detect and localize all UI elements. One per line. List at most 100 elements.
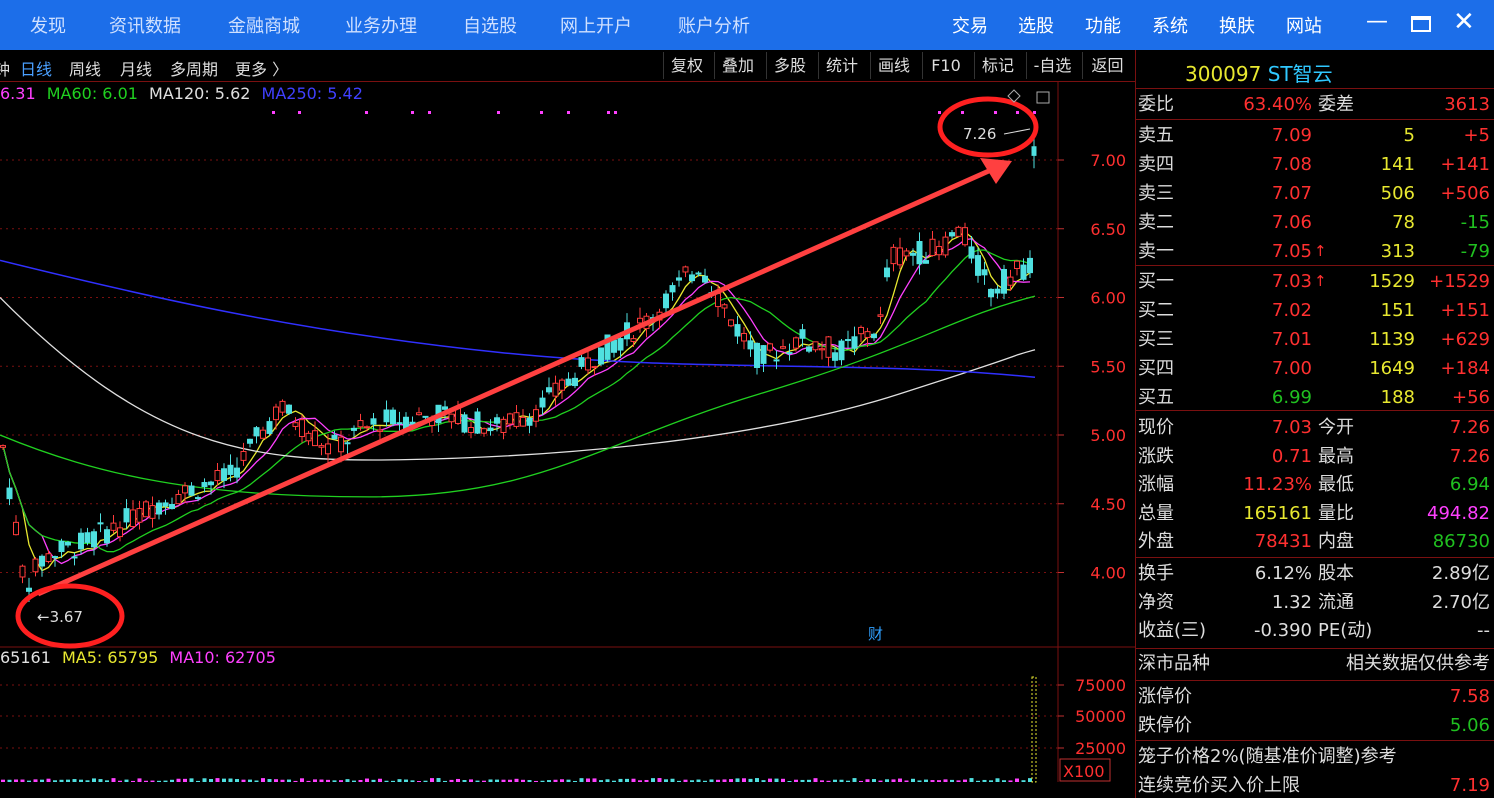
candle-body [286, 404, 292, 414]
buy-level-price: 7.00 [1271, 358, 1312, 379]
btn-f10[interactable]: F10 [922, 52, 969, 79]
nav-account-analysis[interactable]: 账户分析 [678, 12, 750, 38]
volume-bar [709, 779, 714, 782]
period-minute[interactable]: 钟 [0, 56, 10, 80]
maximize-icon[interactable] [1411, 16, 1431, 32]
sell-level-label: 卖四 [1138, 154, 1174, 175]
volume-bar [1021, 780, 1026, 782]
nav-discover[interactable]: 发现 [30, 12, 66, 38]
buy-level-price: 7.03 [1271, 271, 1312, 292]
period-monthly[interactable]: 月线 [120, 56, 152, 80]
volume-bar [599, 780, 603, 782]
volume-bar [924, 779, 928, 782]
btn-back[interactable]: 返回 [1082, 52, 1132, 79]
divider [1135, 119, 1494, 120]
signal-dot [540, 111, 543, 114]
nav-website[interactable]: 网站 [1286, 12, 1322, 38]
candle-body [169, 503, 175, 510]
volume-bar [72, 779, 77, 782]
candle-body [559, 379, 565, 391]
nav-system[interactable]: 系统 [1152, 12, 1188, 38]
divider [1135, 648, 1494, 649]
weicha-label: 委差 [1318, 94, 1354, 115]
volume-bar [930, 780, 935, 782]
btn-draw-line[interactable]: 画线 [870, 52, 917, 79]
period-multi[interactable]: 多周期 [170, 56, 218, 80]
nav-business[interactable]: 业务办理 [345, 12, 417, 38]
volume-bar [105, 780, 109, 782]
candle-body [936, 246, 942, 256]
candle-body [377, 429, 383, 432]
kline-chart[interactable]: ←3.677.26财 7.006.506.005.505.004.504.007… [0, 82, 1135, 798]
candle-body [253, 427, 260, 437]
fund-label: 流通 [1318, 591, 1354, 613]
period-daily[interactable]: 日线 [20, 56, 52, 80]
volume-bar [573, 780, 577, 782]
candle-body [669, 285, 676, 293]
sell-level-label: 卖五 [1138, 125, 1174, 146]
volume-bar [696, 779, 701, 782]
candle-body [117, 527, 123, 538]
volume-bar [1008, 780, 1013, 782]
volume-bar [176, 778, 181, 782]
signal-dot [428, 111, 431, 114]
nav-skin[interactable]: 换肤 [1219, 12, 1255, 38]
price-tick-label: 4.50 [1090, 495, 1126, 514]
volume-bar [1028, 778, 1032, 782]
minimize-icon[interactable]: — [1366, 9, 1388, 34]
volume-bar [170, 779, 174, 782]
candle-body [1014, 260, 1020, 270]
weicha-value: 3613 [1444, 94, 1490, 115]
fund-value: 6.12% [1254, 563, 1312, 584]
candle-body [780, 346, 786, 349]
sell-level-change: +506 [1440, 183, 1490, 204]
sell-level-price: 7.06 [1271, 212, 1312, 233]
nav-watchlist[interactable]: 自选股 [463, 12, 517, 38]
nav-trade[interactable]: 交易 [952, 12, 988, 38]
btn-fuquan[interactable]: 复权 [663, 52, 710, 79]
volume-bar [885, 779, 889, 782]
volume-bar [657, 778, 662, 782]
period-toolbar: 钟 日线 周线 月线 多周期 更多 〉 复权 叠加 多股 统计 画线 F10 标… [0, 50, 1135, 82]
candle-body [767, 343, 773, 351]
volume-bar [742, 778, 746, 782]
quote-value: 7.03 [1271, 417, 1312, 438]
btn-mark[interactable]: 标记 [974, 52, 1021, 79]
quote-label: 内盘 [1318, 531, 1354, 552]
btn-overlay[interactable]: 叠加 [714, 52, 761, 79]
close-icon[interactable]: ✕ [1453, 7, 1475, 37]
buy-level-change: +56 [1452, 387, 1490, 408]
btn-multi-stock[interactable]: 多股 [766, 52, 813, 79]
buy-level-price: 7.02 [1271, 300, 1312, 321]
ma60-line [0, 295, 1036, 498]
candle-body [546, 387, 552, 393]
candle-body [968, 246, 975, 259]
signal-dot [994, 111, 997, 114]
btn-remove-watchlist[interactable]: -自选 [1026, 52, 1078, 79]
volume-bar-today [1031, 676, 1037, 783]
candle-body [877, 314, 884, 317]
candle-body [240, 450, 247, 461]
vol-tick-label: 25000 [1075, 739, 1126, 758]
candle-body [305, 432, 312, 442]
volume-bar [553, 779, 558, 782]
fund-value: -0.390 [1253, 620, 1312, 641]
volume-bar [748, 778, 753, 782]
nav-open-account[interactable]: 网上开户 [560, 12, 632, 38]
candle-body [689, 274, 695, 282]
nav-news-data[interactable]: 资讯数据 [109, 12, 181, 38]
volume-bar [683, 779, 688, 782]
volume-bar [92, 778, 96, 782]
candle-body [539, 397, 546, 408]
nav-stock-picker[interactable]: 选股 [1018, 12, 1054, 38]
candle-body [6, 487, 13, 500]
fund-label: 换手 [1138, 563, 1174, 584]
ma120-value: MA120: 5.62 [149, 84, 251, 103]
nav-finance-mall[interactable]: 金融商城 [228, 12, 300, 38]
candle-body [13, 521, 19, 536]
period-weekly[interactable]: 周线 [69, 56, 101, 80]
volume-bar [469, 779, 473, 782]
period-more[interactable]: 更多 〉 [235, 56, 288, 80]
nav-functions[interactable]: 功能 [1085, 12, 1121, 38]
btn-statistics[interactable]: 统计 [818, 52, 865, 79]
